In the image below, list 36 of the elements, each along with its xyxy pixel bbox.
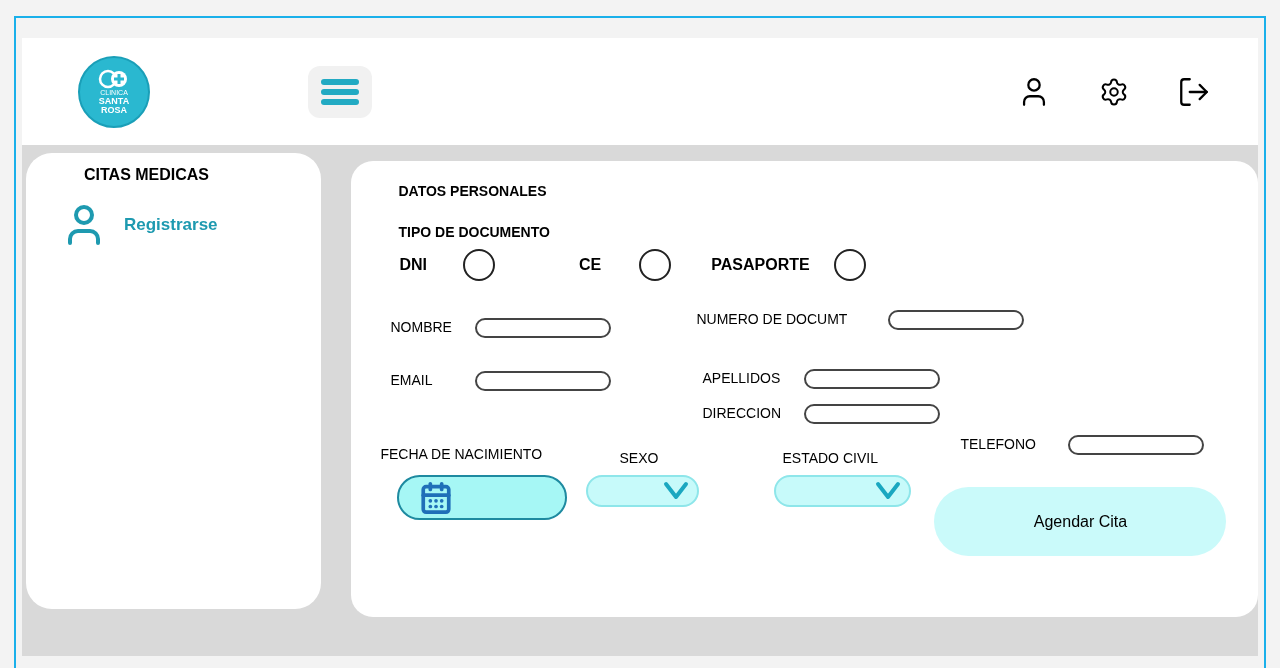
field-label: ESTADO CIVIL bbox=[782, 449, 879, 468]
field-label: TELEFONO bbox=[960, 435, 1037, 454]
text-field[interactable] bbox=[888, 309, 1025, 330]
field-label: FECHA DE NACIMIENTO bbox=[380, 445, 544, 464]
radio-label: PASAPORTE bbox=[711, 255, 810, 275]
text-field[interactable] bbox=[475, 317, 612, 338]
menu-icon bbox=[320, 76, 360, 107]
text-field[interactable] bbox=[804, 368, 941, 389]
settings-icon bbox=[1099, 76, 1129, 107]
text-field[interactable] bbox=[1068, 434, 1205, 455]
text-field[interactable] bbox=[804, 403, 941, 424]
logo-text: SANTA bbox=[98, 96, 130, 106]
field-label: EMAIL bbox=[390, 371, 434, 390]
radio-button[interactable] bbox=[463, 249, 496, 281]
field-label: NOMBRE bbox=[390, 318, 453, 337]
radio-button[interactable] bbox=[639, 249, 672, 281]
text-field[interactable] bbox=[475, 370, 612, 391]
field-label: NUMERO DE DOCUMT bbox=[696, 310, 849, 329]
date-field[interactable] bbox=[397, 475, 568, 520]
field-label: DIRECCION bbox=[702, 404, 783, 423]
select-dropdown[interactable] bbox=[586, 475, 700, 507]
logo-text: ROSA bbox=[101, 105, 127, 115]
radio-label: CE bbox=[579, 255, 602, 275]
schedule-button[interactable]: Agendar Cita bbox=[934, 487, 1227, 556]
calendar-icon bbox=[419, 480, 454, 515]
chevron-down-icon bbox=[663, 481, 690, 501]
menu-button[interactable] bbox=[308, 65, 372, 118]
radio-label: DNI bbox=[399, 255, 428, 275]
radio-button[interactable] bbox=[833, 249, 866, 281]
section-title: DATOS PERSONALES bbox=[398, 182, 548, 201]
field-label: APELLIDOS bbox=[702, 369, 782, 388]
select-dropdown[interactable] bbox=[774, 475, 912, 507]
sidebar-title: CITAS MEDICAS bbox=[84, 165, 211, 185]
chevron-down-icon bbox=[875, 481, 902, 501]
field-label: SEXO bbox=[619, 449, 660, 468]
field-label: TIPO DE DOCUMENTO bbox=[398, 223, 551, 242]
